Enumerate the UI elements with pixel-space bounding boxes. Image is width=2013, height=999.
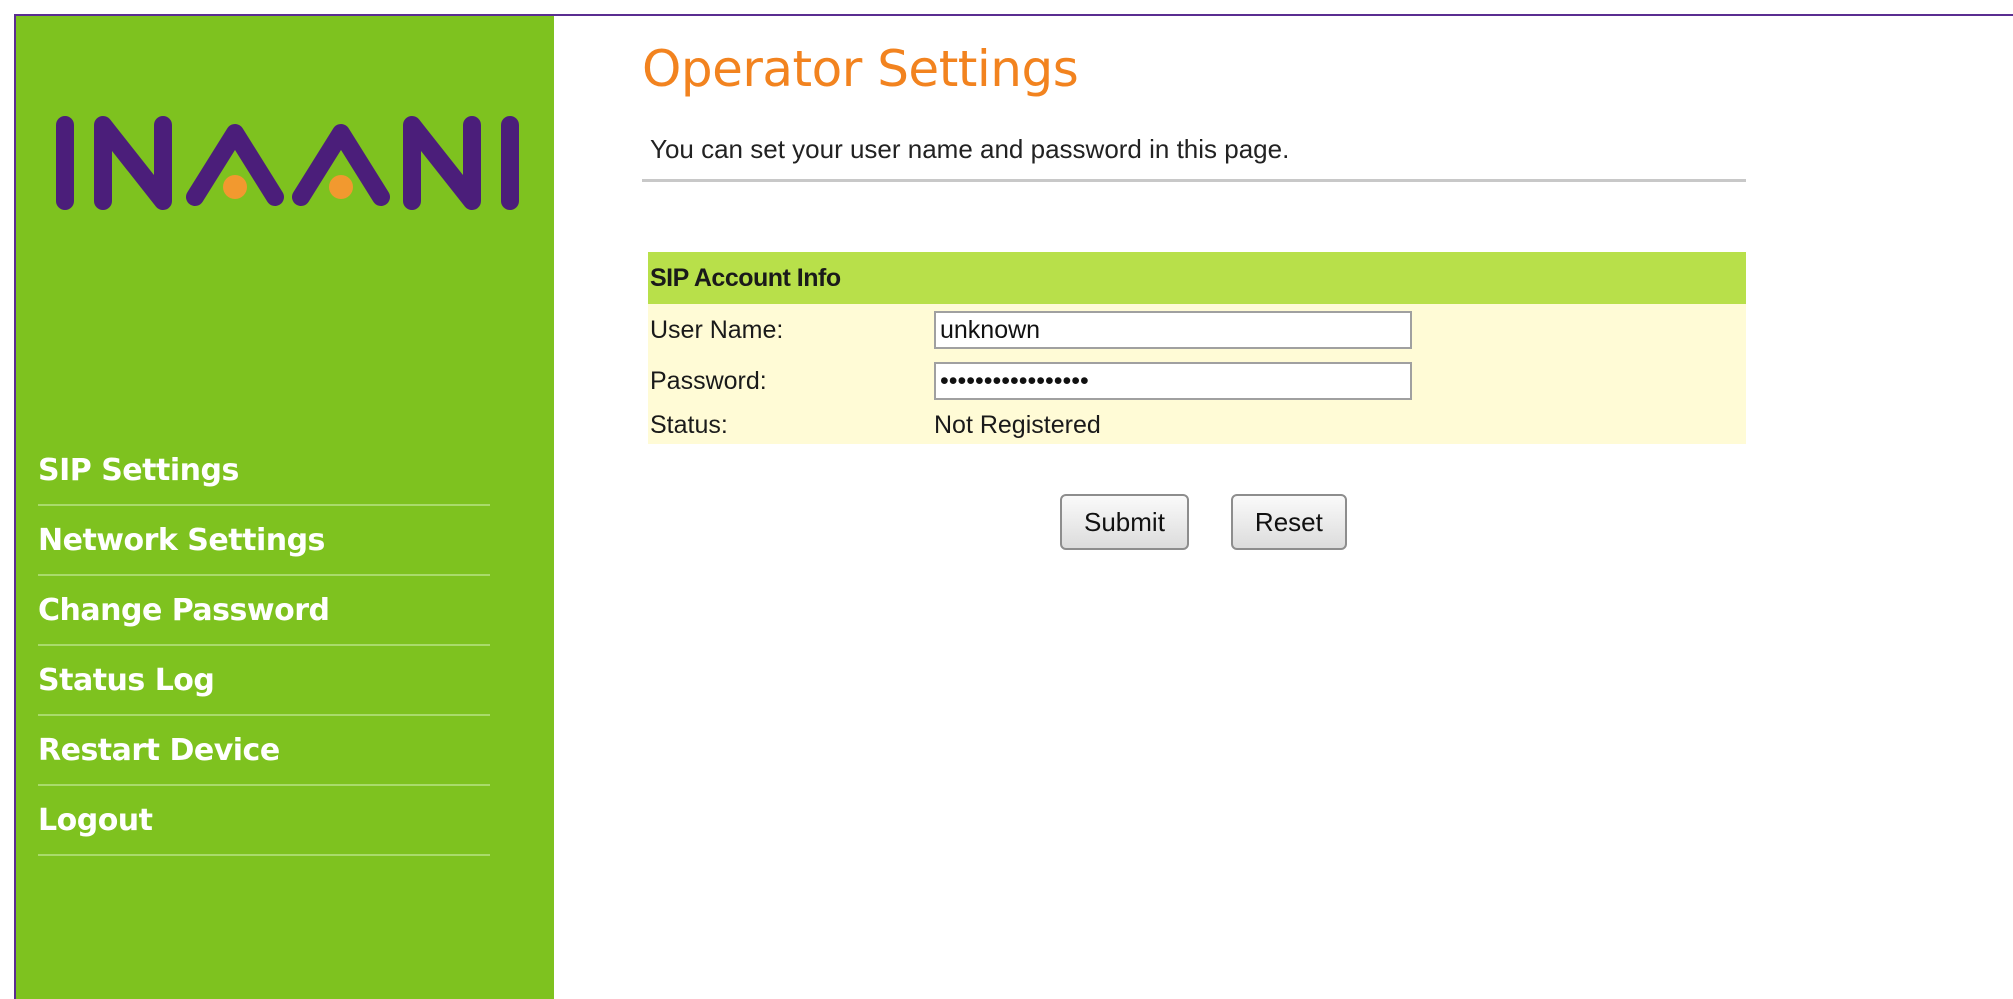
status-row: Status: Not Registered: [648, 406, 1746, 444]
sidebar-nav: SIP Settings Network Settings Change Pas…: [38, 436, 490, 856]
section-title: SIP Account Info: [648, 252, 1746, 304]
username-label: User Name:: [648, 304, 932, 356]
inaani-logo: [56, 116, 519, 210]
sidebar-item-label: Restart Device: [38, 732, 280, 768]
sidebar-item-label: Change Password: [38, 592, 330, 628]
section-header-row: SIP Account Info: [648, 252, 1746, 304]
password-label: Password:: [648, 356, 932, 406]
sidebar-item-status-log[interactable]: Status Log: [38, 646, 490, 716]
submit-button[interactable]: Submit: [1060, 494, 1189, 550]
page-title: Operator Settings: [642, 40, 1079, 98]
sidebar-item-logout[interactable]: Logout: [38, 786, 490, 856]
page-subtitle: You can set your user name and password …: [650, 134, 1290, 164]
sidebar-item-sip-settings[interactable]: SIP Settings: [38, 436, 490, 506]
password-cell: [932, 356, 1746, 406]
sidebar-item-label: Status Log: [38, 662, 215, 698]
sidebar-item-label: Logout: [38, 802, 153, 838]
sidebar-item-label: SIP Settings: [38, 452, 239, 488]
sip-account-table: SIP Account Info User Name: Password: St…: [648, 252, 1746, 444]
username-input[interactable]: [934, 311, 1412, 349]
username-row: User Name:: [648, 304, 1746, 356]
password-input[interactable]: [934, 362, 1412, 400]
sidebar-item-label: Network Settings: [38, 522, 325, 558]
username-cell: [932, 304, 1746, 356]
sidebar-item-restart-device[interactable]: Restart Device: [38, 716, 490, 786]
divider: [642, 179, 1746, 182]
sidebar-item-change-password[interactable]: Change Password: [38, 576, 490, 646]
sidebar: SIP Settings Network Settings Change Pas…: [16, 16, 554, 999]
device-frame: SIP Settings Network Settings Change Pas…: [14, 14, 2013, 999]
password-row: Password:: [648, 356, 1746, 406]
status-label: Status:: [648, 406, 932, 444]
sidebar-item-network-settings[interactable]: Network Settings: [38, 506, 490, 576]
form-buttons: Submit Reset: [1060, 494, 1347, 550]
reset-button[interactable]: Reset: [1230, 494, 1347, 550]
status-value: Not Registered: [932, 406, 1746, 444]
